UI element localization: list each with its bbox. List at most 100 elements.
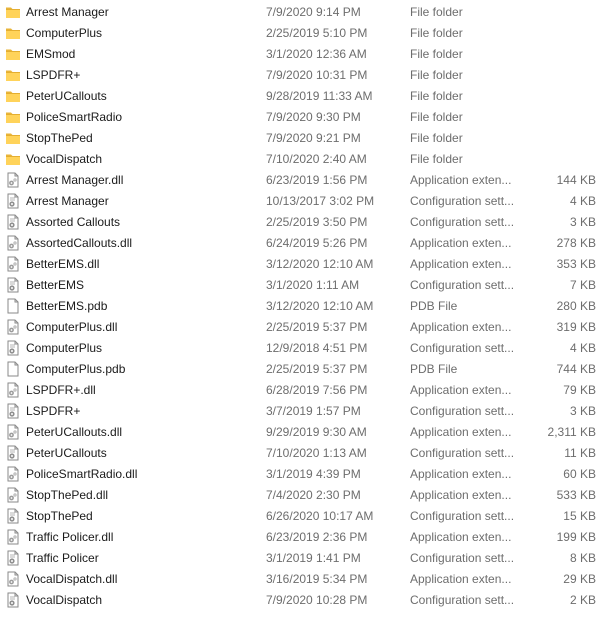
dll-file-icon [5,256,21,272]
file-row[interactable]: Arrest Manager 10/13/2017 3:02 PM Config… [0,191,611,212]
file-date-modified: 3/1/2019 4:39 PM [266,467,361,481]
file-type: File folder [410,89,463,103]
file-row[interactable]: Assorted Callouts 2/25/2019 3:50 PM Conf… [0,212,611,233]
file-size: 3 KB [569,404,596,418]
dll-file-icon [5,424,21,440]
file-date-modified: 7/9/2020 9:30 PM [266,110,361,124]
file-row[interactable]: ComputerPlus 2/25/2019 5:10 PM File fold… [0,23,611,44]
file-size: 11 KB [564,446,596,460]
pdb-file-icon [5,361,21,377]
file-row[interactable]: VocalDispatch 7/9/2020 10:28 PM Configur… [0,590,611,611]
file-row[interactable]: BetterEMS.pdb 3/12/2020 12:10 AM PDB Fil… [0,296,611,317]
file-size: 280 KB [556,299,596,313]
file-name: ComputerPlus.pdb [26,362,126,376]
file-date-modified: 3/1/2019 1:41 PM [266,551,361,565]
file-size: 744 KB [556,362,596,376]
file-size: 4 KB [569,194,596,208]
file-type: Application exten... [410,572,512,586]
file-row[interactable]: LSPDFR+.dll 6/28/2019 7:56 PM Applicatio… [0,380,611,401]
file-name: BetterEMS [26,278,85,292]
file-row[interactable]: EMSmod 3/1/2020 12:36 AM File folder [0,44,611,65]
config-file-icon [5,445,21,461]
file-name: LSPDFR+.dll [26,383,96,397]
file-date-modified: 3/12/2020 12:10 AM [266,257,374,271]
file-date-modified: 6/24/2019 5:26 PM [266,236,368,250]
file-row[interactable]: VocalDispatch.dll 3/16/2019 5:34 PM Appl… [0,569,611,590]
file-row[interactable]: PoliceSmartRadio.dll 3/1/2019 4:39 PM Ap… [0,464,611,485]
file-type: Application exten... [410,488,512,502]
file-date-modified: 3/1/2020 12:36 AM [266,47,367,61]
file-date-modified: 7/10/2020 2:40 AM [266,152,367,166]
file-size: 60 KB [563,467,596,481]
file-name: LSPDFR+ [26,404,81,418]
file-size: 278 KB [556,236,596,250]
file-name: Traffic Policer.dll [26,530,114,544]
file-type: Configuration sett... [410,404,515,418]
file-row[interactable]: PoliceSmartRadio 7/9/2020 9:30 PM File f… [0,107,611,128]
file-type: File folder [410,26,463,40]
file-row[interactable]: AssortedCallouts.dll 6/24/2019 5:26 PM A… [0,233,611,254]
config-file-icon [5,193,21,209]
file-type: File folder [410,68,463,82]
file-row[interactable]: Arrest Manager 7/9/2020 9:14 PM File fol… [0,2,611,23]
file-type: Configuration sett... [410,194,515,208]
file-size: 2 KB [569,593,596,607]
file-name: Assorted Callouts [26,215,121,229]
file-date-modified: 7/9/2020 10:31 PM [266,68,368,82]
file-type: Application exten... [410,257,512,271]
file-row[interactable]: LSPDFR+ 7/9/2020 10:31 PM File folder [0,65,611,86]
folder-icon [5,88,21,104]
file-name: VocalDispatch [26,152,103,166]
file-row[interactable]: PeterUCallouts 7/10/2020 1:13 AM Configu… [0,443,611,464]
file-row[interactable]: BetterEMS 3/1/2020 1:11 AM Configuration… [0,275,611,296]
file-date-modified: 7/9/2020 9:21 PM [266,131,361,145]
file-name: StopThePed.dll [26,488,109,502]
file-date-modified: 3/7/2019 1:57 PM [266,404,361,418]
file-date-modified: 12/9/2018 4:51 PM [266,341,368,355]
config-file-icon [5,277,21,293]
file-type: Configuration sett... [410,341,515,355]
file-name: ComputerPlus [26,26,103,40]
file-type: Configuration sett... [410,551,515,565]
dll-file-icon [5,172,21,188]
config-file-icon [5,592,21,608]
dll-file-icon [5,529,21,545]
file-name: PeterUCallouts [26,89,107,103]
folder-icon [5,4,21,20]
file-row[interactable]: Traffic Policer.dll 6/23/2019 2:36 PM Ap… [0,527,611,548]
file-row[interactable]: Arrest Manager.dll 6/23/2019 1:56 PM App… [0,170,611,191]
file-date-modified: 3/1/2020 1:11 AM [266,278,360,292]
file-row[interactable]: PeterUCallouts.dll 9/29/2019 9:30 AM App… [0,422,611,443]
dll-file-icon [5,487,21,503]
file-type: Configuration sett... [410,278,515,292]
file-name: AssortedCallouts.dll [26,236,133,250]
file-row[interactable]: ComputerPlus.pdb 2/25/2019 5:37 PM PDB F… [0,359,611,380]
file-row[interactable]: Traffic Policer 3/1/2019 1:41 PM Configu… [0,548,611,569]
file-row[interactable]: VocalDispatch 7/10/2020 2:40 AM File fol… [0,149,611,170]
dll-file-icon [5,466,21,482]
folder-icon [5,25,21,41]
file-row[interactable]: BetterEMS.dll 3/12/2020 12:10 AM Applica… [0,254,611,275]
file-row[interactable]: StopThePed.dll 7/4/2020 2:30 PM Applicat… [0,485,611,506]
file-name: VocalDispatch [26,593,103,607]
file-row[interactable]: StopThePed 6/26/2020 10:17 AM Configurat… [0,506,611,527]
file-name: Arrest Manager [26,194,109,208]
config-file-icon [5,550,21,566]
file-size: 29 KB [563,572,596,586]
file-date-modified: 6/26/2020 10:17 AM [266,509,374,523]
file-date-modified: 10/13/2017 3:02 PM [266,194,375,208]
file-row[interactable]: ComputerPlus.dll 2/25/2019 5:37 PM Appli… [0,317,611,338]
file-row[interactable]: LSPDFR+ 3/7/2019 1:57 PM Configuration s… [0,401,611,422]
file-name: BetterEMS.dll [26,257,100,271]
file-date-modified: 7/10/2020 1:13 AM [266,446,367,460]
file-row[interactable]: StopThePed 7/9/2020 9:21 PM File folder [0,128,611,149]
config-file-icon [5,214,21,230]
dll-file-icon [5,235,21,251]
dll-file-icon [5,382,21,398]
file-type: Application exten... [410,467,512,481]
file-name: StopThePed [26,131,93,145]
file-date-modified: 6/28/2019 7:56 PM [266,383,368,397]
file-row[interactable]: ComputerPlus 12/9/2018 4:51 PM Configura… [0,338,611,359]
file-date-modified: 3/12/2020 12:10 AM [266,299,374,313]
file-row[interactable]: PeterUCallouts 9/28/2019 11:33 AM File f… [0,86,611,107]
